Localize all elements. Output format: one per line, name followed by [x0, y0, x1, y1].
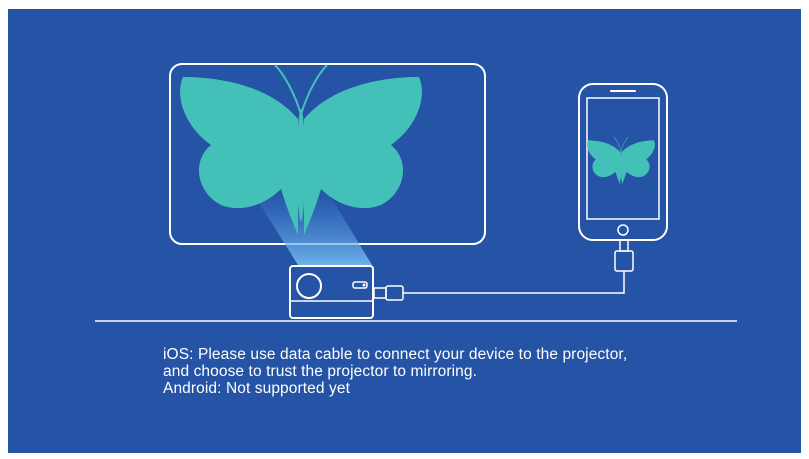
- android-instruction: Android: Not supported yet: [163, 380, 350, 397]
- ios-instruction-line-1: iOS: Please use data cable to connect yo…: [163, 346, 628, 363]
- instructions-text: iOS: Please use data cable to connect yo…: [163, 346, 783, 397]
- butterfly-icon: [179, 64, 423, 236]
- mirroring-guide-screen: iOS: Please use data cable to connect yo…: [8, 9, 801, 453]
- usb-cable-icon: [373, 239, 634, 301]
- app-frame: iOS: Please use data cable to connect yo…: [0, 0, 809, 459]
- ios-instruction-line-2: and choose to trust the projector to mir…: [163, 363, 477, 380]
- smartphone-icon: [578, 83, 668, 241]
- projector-icon: [289, 265, 374, 319]
